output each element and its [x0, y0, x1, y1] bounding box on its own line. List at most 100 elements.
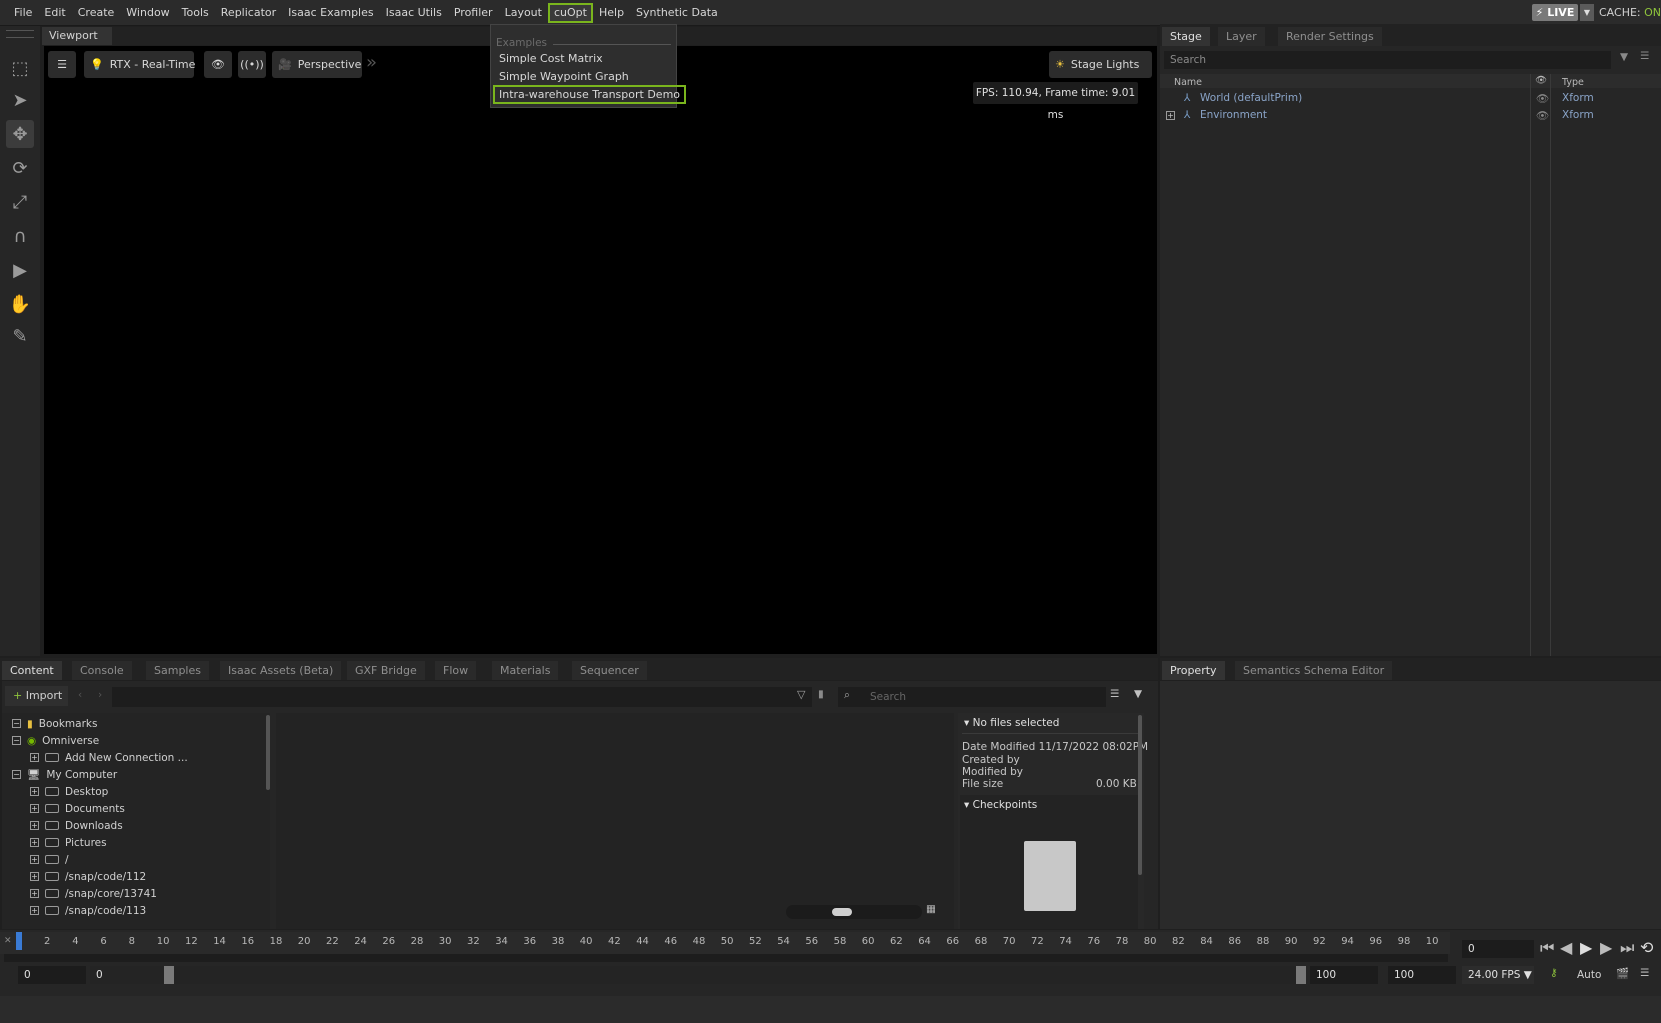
timeline-menu-icon[interactable]: ☰ — [1640, 967, 1649, 979]
visibility-eye-icon[interactable]: 👁 — [1536, 109, 1549, 122]
tab-gxf-bridge[interactable]: GXF Bridge — [347, 661, 425, 680]
menu-replicator[interactable]: Replicator — [215, 3, 282, 23]
loop-icon[interactable]: ⟲ — [1640, 938, 1653, 957]
expand-chevron-icon[interactable]: » — [366, 52, 377, 73]
import-button[interactable]: + Import — [5, 686, 68, 706]
menu-file[interactable]: File — [8, 3, 38, 23]
range-slider[interactable]: 0 — [90, 966, 1300, 984]
tab-stage[interactable]: Stage — [1162, 27, 1210, 46]
options-menu-icon[interactable]: ☰ — [1640, 50, 1649, 62]
menu-tools[interactable]: Tools — [176, 3, 215, 23]
filter-icon[interactable]: ▼ — [1620, 51, 1628, 63]
bookmark-icon[interactable]: ▮ — [818, 688, 824, 700]
tree-item-pictures[interactable]: + Pictures — [30, 834, 107, 851]
menu-profiler[interactable]: Profiler — [448, 3, 499, 23]
menu-window[interactable]: Window — [120, 3, 175, 23]
tab-property[interactable]: Property — [1162, 661, 1225, 680]
menu-synthetic-data[interactable]: Synthetic Data — [630, 3, 724, 23]
path-dropdown-icon[interactable]: ▽ — [797, 688, 805, 701]
menu-item-intra-warehouse-transport-demo[interactable]: Intra-warehouse Transport Demo — [493, 85, 687, 104]
expand-plus-icon[interactable]: + — [30, 821, 39, 830]
menu-help[interactable]: Help — [593, 3, 630, 23]
menu-item-simple-waypoint-graph[interactable]: Simple Waypoint Graph — [499, 70, 629, 83]
tab-layer[interactable]: Layer — [1218, 27, 1265, 46]
range-start-handle[interactable] — [164, 966, 174, 984]
tree-item-omniverse[interactable]: − ◉ Omniverse — [12, 732, 99, 749]
tree-item-root[interactable]: + / — [30, 851, 69, 868]
column-visibility-icon[interactable]: 👁 — [1535, 75, 1547, 86]
path-input[interactable] — [112, 687, 812, 707]
menu-edit[interactable]: Edit — [38, 3, 71, 23]
start-time-input[interactable]: 0 — [18, 966, 86, 984]
expand-plus-icon[interactable]: + — [30, 855, 39, 864]
camera-button[interactable]: 🎥 Perspective — [272, 51, 362, 78]
back-arrow-icon[interactable]: ‹ — [78, 689, 82, 701]
menu-isaac-utils[interactable]: Isaac Utils — [380, 3, 448, 23]
expand-plus-icon[interactable]: + — [30, 906, 39, 915]
list-view-icon[interactable]: ☰ — [1110, 688, 1119, 700]
tree-item-my-computer[interactable]: − 🖥 My Computer — [12, 766, 117, 783]
previous-frame-icon[interactable]: ◀ — [1560, 938, 1572, 957]
scale-icon[interactable]: ⤢ — [6, 188, 34, 216]
menu-isaac-examples[interactable]: Isaac Examples — [282, 3, 379, 23]
menu-layout[interactable]: Layout — [499, 3, 548, 23]
tree-item-bookmarks[interactable]: − ▮ Bookmarks — [12, 715, 97, 732]
details-scrollbar[interactable] — [1138, 715, 1142, 875]
play-icon[interactable]: ▶ — [6, 256, 34, 284]
tree-item-documents[interactable]: + Documents — [30, 800, 125, 817]
current-frame-input[interactable]: 0 — [1462, 940, 1534, 958]
select-arrow-icon[interactable]: ➤ — [6, 86, 34, 114]
rotate-icon[interactable]: ⟳ — [6, 154, 34, 182]
tree-scrollbar[interactable] — [266, 715, 270, 790]
thumbnail-size-slider[interactable] — [786, 905, 922, 919]
tab-isaac-assets[interactable]: Isaac Assets (Beta) — [220, 661, 342, 680]
visibility-eye-icon[interactable]: 👁 — [204, 51, 232, 78]
collapse-arrow-icon[interactable]: ▾ — [964, 717, 969, 729]
tab-flow[interactable]: Flow — [435, 661, 477, 680]
menu-create[interactable]: Create — [72, 3, 121, 23]
expand-plus-icon[interactable]: + — [30, 838, 39, 847]
timeline-close-icon[interactable]: ✕ — [4, 936, 12, 946]
menu-item-simple-cost-matrix[interactable]: Simple Cost Matrix — [499, 52, 603, 65]
stage-row-environment[interactable]: + ⅄ Environment 👁 Xform — [1164, 107, 1654, 124]
sensor-broadcast-icon[interactable]: ((•)) — [238, 51, 266, 78]
expand-plus-icon[interactable]: + — [30, 787, 39, 796]
tab-materials[interactable]: Materials — [492, 661, 559, 680]
auto-label[interactable]: Auto — [1577, 969, 1601, 981]
physics-hand-icon[interactable]: ✋ — [6, 290, 34, 318]
auto-key-icon[interactable]: ⚷ — [1550, 967, 1558, 979]
tab-semantics-schema-editor[interactable]: Semantics Schema Editor — [1235, 661, 1393, 680]
range-end-handle[interactable] — [1296, 966, 1306, 984]
tab-render-settings[interactable]: Render Settings — [1278, 27, 1382, 46]
tree-item-snap-code-113[interactable]: + /snap/code/113 — [30, 902, 146, 919]
stage-lights-button[interactable]: ☀ Stage Lights — [1049, 51, 1152, 78]
tree-item-snap-code-112[interactable]: + /snap/code/112 — [30, 868, 146, 885]
select-mode-icon[interactable]: ⬚ — [6, 54, 34, 82]
viewport-canvas[interactable]: ☰ 💡 RTX - Real-Time 👁 ((•)) 🎥 Perspectiv… — [44, 46, 1157, 654]
expand-plus-icon[interactable]: + — [30, 753, 39, 762]
end-range-input[interactable]: 100 — [1388, 966, 1456, 984]
last-frame-icon[interactable]: ⏭ — [1620, 938, 1634, 958]
end-time-input[interactable]: 100 — [1310, 966, 1378, 984]
stage-row-world[interactable]: ⅄ World (defaultPrim) 👁 Xform — [1164, 90, 1654, 107]
filter-icon[interactable]: ▼ — [1134, 688, 1142, 700]
tab-sequencer[interactable]: Sequencer — [572, 661, 647, 680]
collapse-arrow-icon[interactable]: ▾ — [964, 799, 969, 811]
stage-search-input[interactable]: Search — [1164, 51, 1611, 69]
tree-item-snap-core-13741[interactable]: + /snap/core/13741 — [30, 885, 157, 902]
forward-arrow-icon[interactable]: › — [98, 689, 102, 701]
paint-brush-icon[interactable]: ✎ — [6, 322, 34, 350]
live-button[interactable]: ⚡ LIVE — [1532, 4, 1578, 21]
expand-plus-icon[interactable]: + — [30, 889, 39, 898]
collapse-minus-icon[interactable]: − — [12, 736, 21, 745]
render-mode-button[interactable]: 💡 RTX - Real-Time — [84, 51, 195, 78]
expand-plus-icon[interactable]: + — [30, 804, 39, 813]
first-frame-icon[interactable]: ⏮ — [1540, 938, 1554, 958]
collapse-minus-icon[interactable]: − — [12, 770, 21, 779]
content-search-input[interactable]: Search — [838, 687, 1106, 707]
expand-plus-icon[interactable]: + — [30, 872, 39, 881]
next-frame-icon[interactable]: ▶ — [1600, 938, 1612, 957]
live-dropdown-button[interactable]: ▼ — [1580, 4, 1594, 21]
playhead[interactable] — [16, 932, 22, 950]
tab-samples[interactable]: Samples — [146, 661, 209, 680]
